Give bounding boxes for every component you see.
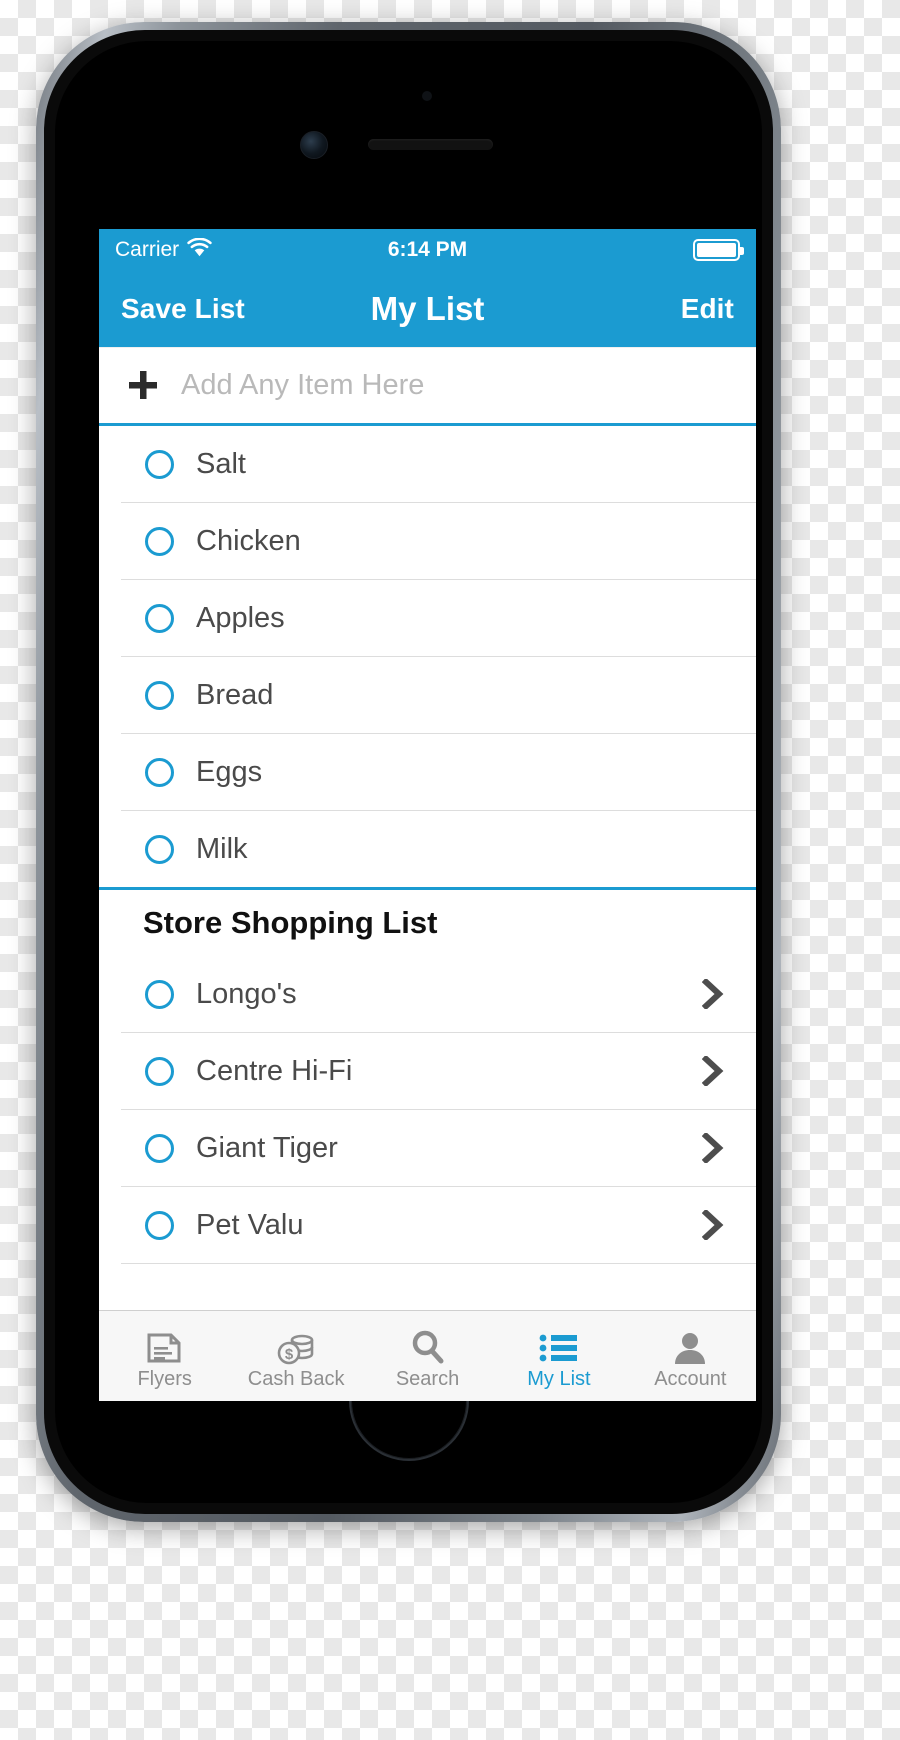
app-screen: Carrier 6:14 PM Save List My List Edit A… (99, 229, 756, 1401)
list-item-label: Longo's (196, 977, 297, 1010)
circle-outline-icon[interactable] (145, 603, 174, 633)
svg-text:$: $ (285, 1346, 294, 1363)
list-item-label: Pet Valu (196, 1208, 304, 1241)
carrier-label: Carrier (115, 238, 180, 261)
chevron-right-icon[interactable] (700, 1056, 726, 1086)
magnifier-icon (410, 1323, 446, 1365)
tab-search[interactable]: Search (362, 1311, 493, 1401)
list-item[interactable]: Eggs (121, 734, 756, 811)
front-camera-icon (300, 131, 328, 159)
proximity-sensor-icon (422, 91, 432, 101)
tab-bar: Flyers $ Cash Back Search My List Accoun… (99, 1310, 756, 1401)
circle-outline-icon[interactable] (145, 757, 174, 787)
status-bar-left: Carrier (115, 237, 212, 263)
chevron-right-icon[interactable] (700, 1210, 726, 1240)
tab-flyers[interactable]: Flyers (99, 1311, 230, 1401)
device-bezel: Carrier 6:14 PM Save List My List Edit A… (44, 30, 773, 1514)
flyer-document-icon (146, 1323, 184, 1365)
list-item[interactable]: Milk (121, 811, 756, 887)
add-item-input[interactable] (179, 367, 732, 403)
list-item-label: Bread (196, 678, 274, 711)
iphone-device-frame: Carrier 6:14 PM Save List My List Edit A… (36, 22, 781, 1522)
wifi-icon (187, 237, 212, 263)
list-item-label: Centre Hi-Fi (196, 1054, 353, 1087)
list-item[interactable]: Centre Hi-Fi (121, 1033, 756, 1110)
list-item-label: Apples (196, 601, 285, 634)
store-section-header: Store Shopping List (99, 890, 756, 956)
circle-outline-icon[interactable] (145, 834, 174, 864)
list-item-label: Salt (196, 447, 246, 480)
list-item[interactable]: Giant Tiger (121, 1110, 756, 1187)
person-icon (672, 1323, 708, 1365)
tab-label: Cash Back (247, 1368, 345, 1390)
tab-cash-back[interactable]: $ Cash Back (230, 1311, 361, 1401)
list-item[interactable]: Longo's (121, 956, 756, 1033)
list-item[interactable]: Chicken (121, 503, 756, 580)
bulleted-list-icon (539, 1323, 579, 1365)
add-item-row[interactable] (99, 347, 756, 426)
circle-outline-icon[interactable] (145, 1056, 174, 1086)
tab-account[interactable]: Account (625, 1311, 756, 1401)
list-item[interactable]: Bread (121, 657, 756, 734)
chevron-right-icon[interactable] (700, 1133, 726, 1163)
edit-button[interactable]: Edit (681, 293, 734, 325)
circle-outline-icon[interactable] (145, 1210, 174, 1240)
circle-outline-icon[interactable] (145, 680, 174, 710)
device-glass: Carrier 6:14 PM Save List My List Edit A… (55, 41, 762, 1503)
circle-outline-icon[interactable] (145, 979, 174, 1009)
status-bar: Carrier 6:14 PM (99, 229, 756, 271)
circle-outline-icon[interactable] (145, 1133, 174, 1163)
tab-my-list[interactable]: My List (493, 1311, 624, 1401)
list-item[interactable]: Apples (121, 580, 756, 657)
list-item-label: Chicken (196, 524, 301, 557)
store-section-title: Store Shopping List (143, 905, 438, 940)
battery-full-icon (693, 239, 744, 261)
earpiece-speaker (368, 139, 493, 150)
tab-label: Flyers (137, 1368, 192, 1390)
list-content: Salt Chicken Apples Bread Eggs Milk Stor… (99, 426, 756, 1310)
tab-label: My List (527, 1368, 591, 1390)
tab-label: Account (654, 1368, 727, 1390)
status-bar-right (693, 239, 744, 261)
list-item-label: Milk (196, 832, 248, 865)
save-list-button[interactable]: Save List (121, 293, 245, 325)
list-item[interactable]: Salt (121, 426, 756, 503)
circle-outline-icon[interactable] (145, 449, 174, 479)
tab-label: Search (395, 1368, 460, 1390)
plus-icon[interactable] (123, 369, 163, 401)
list-item-label: Eggs (196, 755, 263, 788)
navigation-bar: Save List My List Edit (99, 271, 756, 347)
list-item-label: Giant Tiger (196, 1131, 338, 1164)
list-bottom-spacer (121, 1264, 756, 1298)
battery-level-fill (697, 243, 736, 257)
chevron-right-icon[interactable] (700, 979, 726, 1009)
coins-dollar-icon: $ (276, 1323, 316, 1365)
circle-outline-icon[interactable] (145, 526, 174, 556)
list-item[interactable]: Pet Valu (121, 1187, 756, 1264)
